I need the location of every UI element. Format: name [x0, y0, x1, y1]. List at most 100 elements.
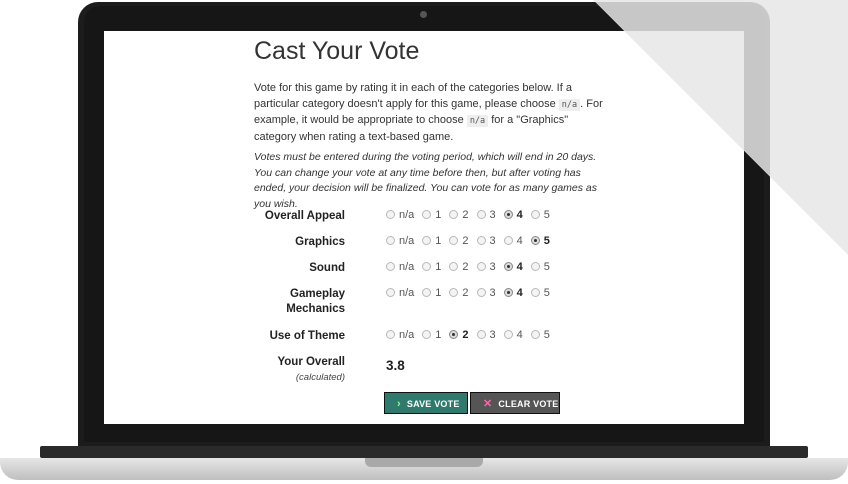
radio-button[interactable]	[476, 262, 486, 271]
rating-option[interactable]: 3	[476, 287, 496, 299]
rating-option[interactable]: 3	[476, 261, 496, 273]
rating-option[interactable]: n/a	[386, 287, 414, 299]
option-label: 4	[516, 209, 523, 221]
rating-option[interactable]: 1	[422, 329, 441, 341]
camera-icon	[420, 11, 427, 18]
rating-options: n/a 1 2 3 4 5	[386, 235, 558, 247]
rating-option[interactable]: 2	[449, 261, 469, 273]
chevron-right-icon: ›	[397, 398, 401, 410]
radio-button[interactable]	[476, 288, 486, 297]
radio-button[interactable]	[449, 210, 459, 219]
option-label: 4	[516, 329, 523, 341]
rating-option[interactable]: n/a	[386, 329, 414, 341]
laptop-screen: Cast Your Vote Vote for this game by rat…	[104, 31, 744, 424]
rating-option[interactable]: 2	[449, 287, 469, 299]
rating-option[interactable]: 2	[449, 209, 469, 221]
option-label: 3	[489, 261, 496, 273]
rating-option[interactable]: 4	[503, 287, 523, 299]
option-label: 5	[543, 287, 550, 299]
radio-button[interactable]	[449, 330, 459, 339]
rating-option[interactable]: 1	[422, 261, 441, 273]
radio-button[interactable]	[503, 262, 513, 271]
radio-button[interactable]	[449, 288, 459, 297]
radio-button[interactable]	[422, 288, 432, 297]
radio-button[interactable]	[449, 262, 459, 271]
option-label: 1	[435, 287, 442, 299]
option-label: n/a	[399, 287, 415, 299]
page-title: Cast Your Vote	[254, 37, 420, 65]
option-label: 2	[462, 261, 469, 273]
radio-button[interactable]	[449, 236, 459, 245]
save-vote-label: SAVE VOTE	[406, 399, 460, 409]
rating-option[interactable]: 4	[503, 261, 523, 273]
option-label: 5	[543, 329, 550, 341]
option-label: 3	[489, 209, 496, 221]
rating-option[interactable]: 5	[530, 261, 550, 273]
radio-button[interactable]	[386, 288, 395, 297]
rating-option[interactable]: 5	[530, 329, 550, 341]
rating-option[interactable]: 5	[530, 209, 550, 221]
option-label: 5	[543, 235, 550, 247]
intro-code-na: n/a	[466, 115, 489, 127]
option-label: 3	[489, 287, 496, 299]
option-label: 2	[462, 209, 469, 221]
clear-vote-button[interactable]: ✕ CLEAR VOTE	[470, 392, 560, 414]
option-label: 1	[435, 261, 442, 273]
rating-option[interactable]: 3	[476, 235, 496, 247]
radio-button[interactable]	[422, 330, 432, 339]
radio-button[interactable]	[422, 262, 432, 271]
radio-button[interactable]	[503, 210, 513, 219]
category-label: Graphics	[295, 236, 345, 248]
rating-option[interactable]: 3	[476, 209, 496, 221]
rating-option[interactable]: n/a	[386, 235, 414, 247]
radio-button[interactable]	[530, 236, 540, 245]
rating-option[interactable]: 3	[476, 329, 496, 341]
radio-button[interactable]	[386, 330, 395, 339]
rating-option[interactable]: 1	[422, 287, 441, 299]
radio-button[interactable]	[476, 236, 486, 245]
rating-option[interactable]: 5	[530, 235, 550, 247]
rating-option[interactable]: 4	[503, 209, 523, 221]
radio-button[interactable]	[476, 330, 486, 339]
laptop-notch	[365, 458, 483, 467]
category-label: Sound	[309, 262, 345, 274]
radio-button[interactable]	[386, 262, 395, 271]
radio-button[interactable]	[422, 236, 432, 245]
rating-option[interactable]: 2	[449, 329, 469, 341]
rating-option[interactable]: 1	[422, 235, 441, 247]
radio-button[interactable]	[476, 210, 486, 219]
rating-option[interactable]: 5	[530, 287, 550, 299]
radio-button[interactable]	[530, 262, 540, 271]
rating-option[interactable]: 1	[422, 209, 441, 221]
option-label: 4	[516, 235, 523, 247]
category-label: Overall Appeal	[264, 210, 345, 222]
rating-option[interactable]: n/a	[386, 261, 414, 273]
save-vote-button[interactable]: › SAVE VOTE	[384, 392, 468, 414]
intro-code-na: n/a	[558, 98, 581, 111]
rating-option[interactable]: n/a	[386, 209, 414, 221]
radio-button[interactable]	[503, 330, 513, 339]
radio-button[interactable]	[422, 210, 432, 219]
option-label: 2	[462, 329, 469, 341]
rating-option[interactable]: 2	[449, 235, 469, 247]
option-label: 3	[489, 329, 496, 341]
option-label: 1	[435, 329, 442, 341]
option-label: 4	[516, 261, 523, 273]
radio-button[interactable]	[503, 288, 513, 297]
option-label: n/a	[399, 261, 415, 273]
option-label: n/a	[399, 209, 415, 221]
option-label: n/a	[399, 329, 415, 341]
option-label: 4	[516, 287, 523, 299]
laptop-hinge	[40, 446, 808, 458]
radio-button[interactable]	[530, 210, 540, 219]
category-label: Use of Theme	[269, 330, 345, 342]
radio-button[interactable]	[530, 288, 540, 297]
rating-option[interactable]: 4	[503, 235, 523, 247]
radio-button[interactable]	[386, 210, 395, 219]
radio-button[interactable]	[386, 236, 395, 245]
x-icon: ✕	[483, 398, 493, 410]
radio-button[interactable]	[530, 330, 540, 339]
rating-option[interactable]: 4	[503, 329, 523, 341]
radio-button[interactable]	[503, 236, 513, 245]
overall-label: Your Overall	[277, 356, 345, 368]
